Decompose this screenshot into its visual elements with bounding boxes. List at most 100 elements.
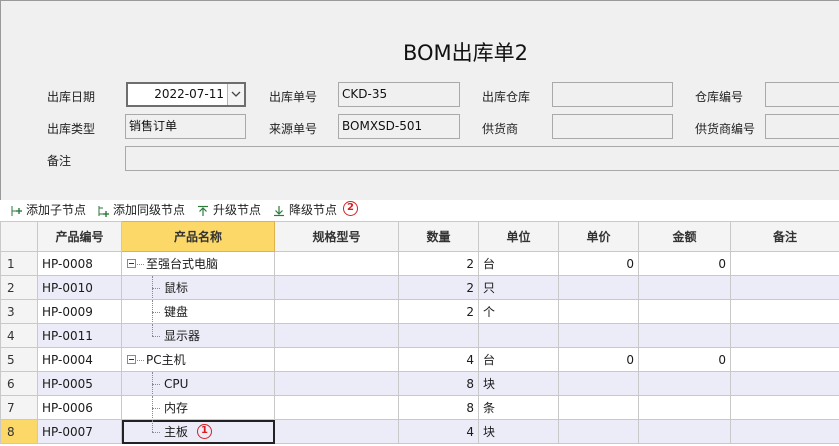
row-number[interactable]: 8 — [0, 419, 38, 444]
amount-cell[interactable] — [638, 371, 731, 396]
unit-cell[interactable]: 块 — [478, 371, 559, 396]
price-cell[interactable] — [558, 323, 639, 348]
spec-cell[interactable] — [274, 395, 399, 420]
table-row[interactable]: 2 HP-0010 鼠标 2 只 — [0, 275, 839, 300]
unit-cell[interactable]: 块 — [478, 419, 559, 444]
row-number[interactable]: 7 — [0, 395, 38, 420]
remark-cell[interactable] — [730, 347, 839, 372]
amount-cell[interactable] — [638, 275, 731, 300]
out-no-field[interactable]: CKD-35 — [338, 82, 460, 107]
table-row[interactable]: 1 HP-0008 至强台式电脑 2 台 0 0 — [0, 251, 839, 276]
out-type-field[interactable]: 销售订单 — [125, 114, 246, 139]
out-date-picker[interactable]: 2022-07-11 — [126, 82, 246, 107]
qty-cell[interactable] — [398, 323, 479, 348]
qty-cell[interactable]: 2 — [398, 299, 479, 324]
price-cell[interactable] — [558, 395, 639, 420]
row-number[interactable]: 3 — [0, 299, 38, 324]
code-cell[interactable]: HP-0007 — [37, 419, 122, 444]
remark-cell[interactable] — [730, 323, 839, 348]
table-row[interactable]: 7 HP-0006 内存 8 条 — [0, 395, 839, 420]
supplier-field[interactable] — [552, 114, 673, 139]
code-cell[interactable]: HP-0006 — [37, 395, 122, 420]
code-cell[interactable]: HP-0010 — [37, 275, 122, 300]
spec-cell[interactable] — [274, 299, 399, 324]
code-cell[interactable]: HP-0004 — [37, 347, 122, 372]
unit-cell[interactable] — [478, 323, 559, 348]
amount-cell[interactable]: 0 — [638, 251, 731, 276]
product-name-cell[interactable]: 显示器 — [121, 323, 275, 348]
column-header[interactable]: 单位 — [478, 221, 559, 252]
amount-cell[interactable] — [638, 419, 731, 444]
code-cell[interactable]: HP-0011 — [37, 323, 122, 348]
remark-cell[interactable] — [730, 251, 839, 276]
table-row[interactable]: 6 HP-0005 CPU 8 块 — [0, 371, 839, 396]
spec-cell[interactable] — [274, 251, 399, 276]
qty-cell[interactable]: 8 — [398, 371, 479, 396]
product-name-cell[interactable]: PC主机 — [121, 347, 275, 372]
amount-cell[interactable] — [638, 323, 731, 348]
qty-cell[interactable]: 4 — [398, 419, 479, 444]
spec-cell[interactable] — [274, 347, 399, 372]
remark-cell[interactable] — [730, 299, 839, 324]
supplier-no-field[interactable] — [765, 114, 839, 139]
product-name-cell[interactable]: 主板 1 — [121, 419, 275, 444]
table-row[interactable]: 3 HP-0009 键盘 2 个 — [0, 299, 839, 324]
qty-cell[interactable]: 2 — [398, 275, 479, 300]
unit-cell[interactable]: 条 — [478, 395, 559, 420]
unit-cell[interactable]: 个 — [478, 299, 559, 324]
row-number[interactable]: 4 — [0, 323, 38, 348]
price-cell[interactable] — [558, 299, 639, 324]
price-cell[interactable]: 0 — [558, 347, 639, 372]
unit-cell[interactable]: 只 — [478, 275, 559, 300]
warehouse-no-field[interactable] — [765, 82, 839, 107]
collapse-toggle-icon[interactable] — [127, 355, 136, 364]
row-number[interactable]: 1 — [0, 251, 38, 276]
column-header[interactable]: 产品名称 — [121, 221, 275, 252]
code-cell[interactable]: HP-0009 — [37, 299, 122, 324]
price-cell[interactable] — [558, 419, 639, 444]
spec-cell[interactable] — [274, 323, 399, 348]
amount-cell[interactable] — [638, 299, 731, 324]
promote-node-button[interactable]: 升级节点 — [197, 202, 267, 219]
column-header[interactable]: 备注 — [730, 221, 839, 252]
product-name-cell[interactable]: 至强台式电脑 — [121, 251, 275, 276]
date-dropdown-button[interactable] — [227, 84, 244, 105]
row-number[interactable]: 5 — [0, 347, 38, 372]
add-sibling-node-button[interactable]: 添加同级节点 — [97, 202, 191, 219]
product-name-cell[interactable]: 内存 — [121, 395, 275, 420]
product-name-cell[interactable]: CPU — [121, 371, 275, 396]
qty-cell[interactable]: 2 — [398, 251, 479, 276]
column-header[interactable]: 数量 — [398, 221, 479, 252]
demote-node-button[interactable]: 降级节点 — [273, 202, 343, 219]
collapse-toggle-icon[interactable] — [127, 259, 136, 268]
table-row[interactable]: 4 HP-0011 显示器 — [0, 323, 839, 348]
price-cell[interactable] — [558, 275, 639, 300]
remark-field[interactable] — [125, 146, 839, 171]
column-header[interactable]: 单价 — [558, 221, 639, 252]
price-cell[interactable] — [558, 371, 639, 396]
unit-cell[interactable]: 台 — [478, 347, 559, 372]
remark-cell[interactable] — [730, 371, 839, 396]
column-header[interactable]: 金额 — [638, 221, 731, 252]
remark-cell[interactable] — [730, 275, 839, 300]
unit-cell[interactable]: 台 — [478, 251, 559, 276]
amount-cell[interactable]: 0 — [638, 347, 731, 372]
spec-cell[interactable] — [274, 275, 399, 300]
price-cell[interactable]: 0 — [558, 251, 639, 276]
amount-cell[interactable] — [638, 395, 731, 420]
qty-cell[interactable]: 8 — [398, 395, 479, 420]
row-number[interactable]: 2 — [0, 275, 38, 300]
table-row[interactable]: 5 HP-0004 PC主机 4 台 0 0 — [0, 347, 839, 372]
spec-cell[interactable] — [274, 419, 399, 444]
spec-cell[interactable] — [274, 371, 399, 396]
qty-cell[interactable]: 4 — [398, 347, 479, 372]
column-header[interactable]: 产品编号 — [37, 221, 122, 252]
warehouse-field[interactable] — [552, 82, 673, 107]
product-name-cell[interactable]: 鼠标 — [121, 275, 275, 300]
code-cell[interactable]: HP-0008 — [37, 251, 122, 276]
product-name-cell[interactable]: 键盘 — [121, 299, 275, 324]
remark-cell[interactable] — [730, 419, 839, 444]
row-number[interactable]: 6 — [0, 371, 38, 396]
remark-cell[interactable] — [730, 395, 839, 420]
column-header[interactable]: 规格型号 — [274, 221, 399, 252]
